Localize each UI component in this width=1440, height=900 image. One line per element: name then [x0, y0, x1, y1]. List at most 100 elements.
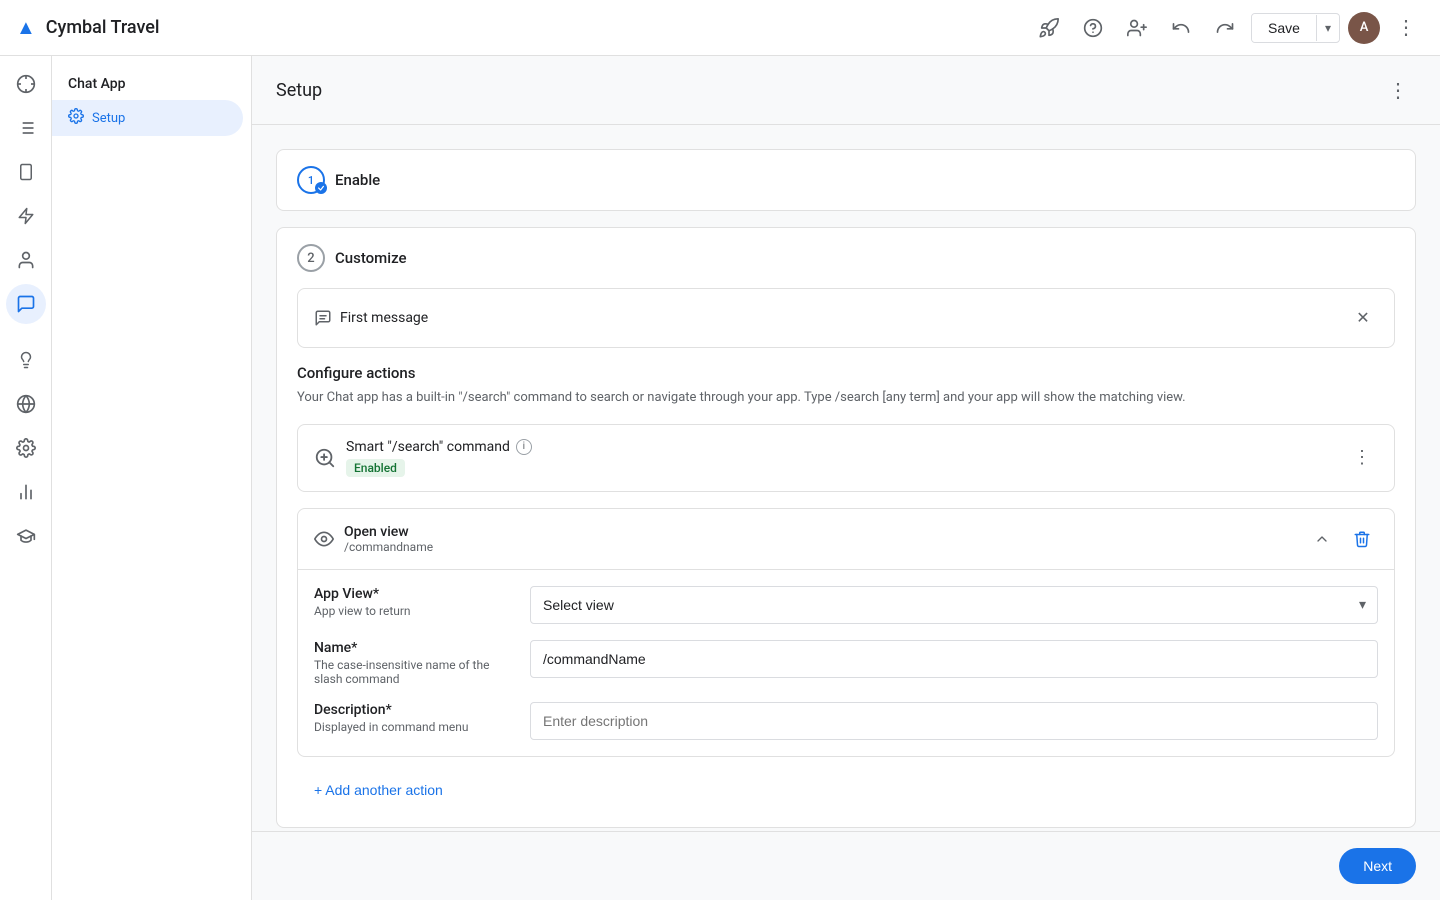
nav-section-title: Chat App	[52, 72, 251, 100]
sidebar-icon-globe[interactable]	[6, 384, 46, 424]
sidebar-icon-chat[interactable]	[6, 284, 46, 324]
phone-icon	[17, 162, 35, 182]
open-view-title: Open view	[344, 524, 433, 540]
rocket-icon	[1038, 17, 1060, 39]
content-area: 1 Enable 2 Customize	[252, 125, 1440, 831]
bulb-icon	[17, 350, 35, 370]
app-view-row: App View* App view to return Select view	[314, 586, 1378, 624]
first-message-title: First message	[340, 310, 428, 326]
topbar-left: ▲ Cymbal Travel	[16, 15, 160, 40]
page-title: Setup	[276, 80, 322, 101]
sidebar-icon-chart[interactable]	[6, 472, 46, 512]
description-input-col	[530, 702, 1378, 740]
chart-icon	[16, 482, 36, 502]
description-sublabel: Displayed in command menu	[314, 720, 514, 734]
chat-icon	[16, 294, 36, 314]
sidebar-item-setup[interactable]: Setup	[52, 100, 243, 136]
save-chevron-button[interactable]: ▾	[1316, 15, 1339, 41]
step-customize-card: 2 Customize First message	[276, 227, 1416, 828]
configure-title: Configure actions	[297, 364, 1395, 382]
sidebar-icon-bulb[interactable]	[6, 340, 46, 380]
redo-icon-button[interactable]	[1207, 10, 1243, 46]
add-action-button[interactable]: + Add another action	[297, 773, 460, 807]
redo-icon	[1215, 18, 1235, 38]
app-view-label: App View*	[314, 586, 514, 602]
app-logo-icon: ▲	[16, 15, 36, 40]
topbar-right: Save ▾ A ⋮	[1031, 10, 1424, 46]
name-sublabel: The case-insensitive name of the slash c…	[314, 658, 514, 686]
sidebar-icon-list[interactable]	[6, 108, 46, 148]
sidebar-icon-settings[interactable]	[6, 428, 46, 468]
step-2-number: 2	[297, 244, 325, 272]
step-customize-header[interactable]: 2 Customize	[277, 228, 1415, 288]
first-message-card: First message ✕	[297, 288, 1395, 348]
step-2-content: First message ✕ Configure actions Your C…	[277, 288, 1415, 827]
add-person-icon-button[interactable]	[1119, 10, 1155, 46]
open-view-eye-icon	[314, 529, 334, 549]
help-icon-button[interactable]	[1075, 10, 1111, 46]
save-button[interactable]: Save	[1252, 14, 1316, 42]
sidebar-icon-phone[interactable]	[6, 152, 46, 192]
smart-search-info-icon[interactable]: i	[516, 439, 532, 455]
smart-search-left: Smart "/search" command i Enabled	[314, 439, 532, 477]
add-action-label: + Add another action	[314, 782, 443, 798]
sidebar-icon-contacts[interactable]	[6, 240, 46, 280]
step-2-title: Customize	[335, 249, 407, 267]
open-view-delete-button[interactable]	[1346, 523, 1378, 555]
topbar-more-icon-button[interactable]: ⋮	[1388, 10, 1424, 46]
topbar-more-icon: ⋮	[1396, 15, 1416, 40]
content-header: Setup ⋮	[252, 56, 1440, 125]
nav-item-label: Setup	[92, 111, 125, 126]
avatar[interactable]: A	[1348, 12, 1380, 44]
collapse-icon	[1314, 531, 1330, 547]
step-enable-header[interactable]: 1 Enable	[277, 150, 1415, 210]
content-body: 1 Enable 2 Customize	[252, 125, 1440, 831]
first-message-icon	[314, 309, 332, 327]
save-button-group: Save ▾	[1251, 13, 1340, 43]
smart-search-icon	[314, 447, 336, 469]
first-message-header[interactable]: First message ✕	[298, 289, 1394, 347]
app-view-input-col: Select view	[530, 586, 1378, 624]
description-label-col: Description* Displayed in command menu	[314, 702, 514, 734]
add-person-icon	[1127, 18, 1147, 38]
configure-desc: Your Chat app has a built-in "/search" c…	[297, 388, 1395, 408]
name-label-col: Name* The case-insensitive name of the s…	[314, 640, 514, 686]
smart-search-status-badge: Enabled	[346, 459, 405, 477]
name-input[interactable]	[530, 640, 1378, 678]
first-message-close-button[interactable]: ✕	[1348, 303, 1378, 333]
configure-actions-section: Configure actions Your Chat app has a bu…	[297, 364, 1395, 408]
first-message-header-left: First message	[314, 309, 428, 327]
undo-icon-button[interactable]	[1163, 10, 1199, 46]
sidebar-icons	[0, 56, 52, 900]
content-wrapper: Setup ⋮ 1 Enable	[252, 56, 1440, 900]
graduation-icon	[16, 526, 36, 546]
open-view-body: App View* App view to return Select view	[298, 570, 1394, 756]
step-1-check-icon	[315, 182, 327, 194]
description-label: Description*	[314, 702, 514, 718]
open-view-title-block: Open view /commandname	[344, 524, 433, 554]
name-input-col	[530, 640, 1378, 678]
smart-search-more-button[interactable]: ⋮	[1346, 442, 1378, 474]
rocket-icon-button[interactable]	[1031, 10, 1067, 46]
globe-icon	[16, 394, 36, 414]
open-view-subtitle: /commandname	[344, 540, 433, 554]
next-button[interactable]: Next	[1339, 848, 1416, 884]
undo-icon	[1171, 18, 1191, 38]
sidebar-icon-lightning[interactable]	[6, 196, 46, 236]
description-input[interactable]	[530, 702, 1378, 740]
content-more-icon-button[interactable]: ⋮	[1380, 72, 1416, 108]
open-view-card: Open view /commandname	[297, 508, 1395, 757]
app-view-select[interactable]: Select view	[530, 586, 1378, 624]
sidebar-icon-crosshair[interactable]	[6, 64, 46, 104]
name-row: Name* The case-insensitive name of the s…	[314, 640, 1378, 686]
sidebar-icon-graduation[interactable]	[6, 516, 46, 556]
help-icon	[1083, 18, 1103, 38]
open-view-actions	[1306, 523, 1378, 555]
smart-search-more-icon: ⋮	[1353, 447, 1371, 468]
app-view-select-wrapper: Select view	[530, 586, 1378, 624]
open-view-header-left: Open view /commandname	[314, 524, 433, 554]
description-row: Description* Displayed in command menu	[314, 702, 1378, 740]
open-view-collapse-button[interactable]	[1306, 523, 1338, 555]
app-view-sublabel: App view to return	[314, 604, 514, 618]
setup-nav-icon	[68, 108, 84, 128]
